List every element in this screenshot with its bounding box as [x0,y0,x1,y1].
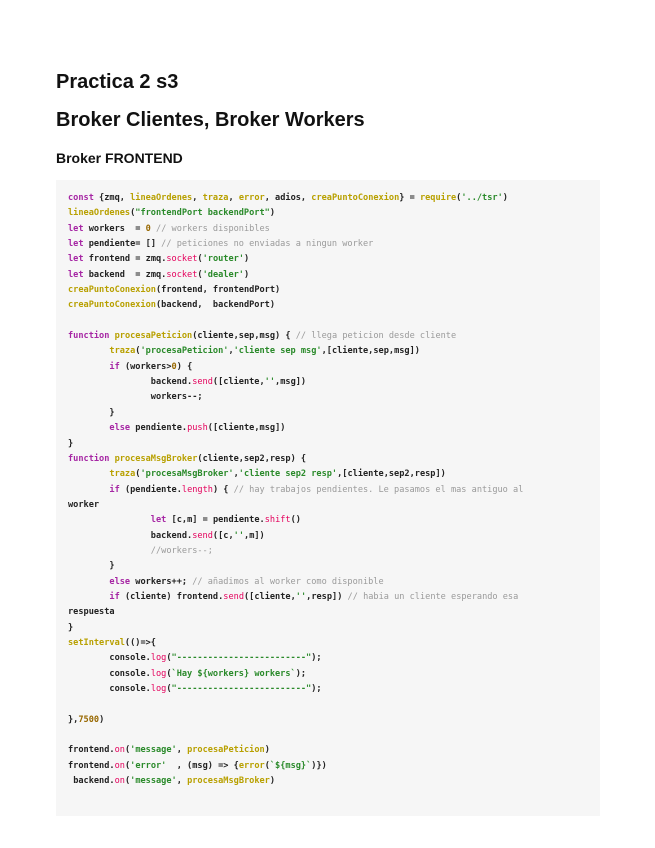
code-line: respuesta [68,607,115,618]
code-line: setInterval(()=>{ [68,637,156,648]
code-line: backend.send([cliente,'',msg]) [150,377,307,388]
code-line: if (pendiente.length) { // hay trabajos … [109,484,524,495]
code-line: else workers++; // añadimos al worker co… [109,576,384,587]
code-line: } [68,622,74,633]
code-line: backend.on('message', procesaMsgBroker) [73,776,276,787]
code-line: ​ [68,314,600,329]
code-line: frontend.on('error' , (msg) => {error(`$… [68,760,327,771]
code-line: if (cliente) frontend.send([cliente,'',r… [109,591,519,602]
code-block: const {zmq, lineaOrdenes, traza, error, … [56,180,600,816]
code-line: let workers = 0 // workers disponibles [68,223,270,234]
code-line: creaPuntoConexion(backend, backendPort) [68,300,276,311]
page-subtitle: Broker Clientes, Broker Workers [56,109,365,131]
code-line: console.log("-------------------------")… [109,684,322,694]
code-listing: const {zmq, lineaOrdenes, traza, error, … [68,191,600,789]
code-line: console.log(`Hay ${workers} workers`); [109,668,307,679]
code-line: const {zmq, lineaOrdenes, traza, error, … [68,193,508,203]
code-line: } [68,407,115,418]
code-line: //workers--; [150,545,213,556]
code-line: lineaOrdenes("frontendPort backendPort") [68,208,275,219]
code-line: workers--; [150,392,203,403]
code-line: backend.send([c,'',m]) [150,530,265,541]
code-line: },7500) [68,714,105,725]
code-line: creaPuntoConexion(frontend, frontendPort… [68,285,281,296]
code-line: frontend.on('message', procesaPeticion) [68,745,270,756]
code-line: } [68,561,115,572]
code-line: traza('procesaMsgBroker','cliente sep2 r… [109,469,446,480]
code-line: worker [68,499,100,510]
code-line: let pendiente= [] // peticiones no envia… [68,239,374,250]
code-line: if (workers>0) { [109,361,193,372]
code-line: traza('procesaPeticion','cliente sep msg… [109,346,420,357]
page-title: Practica 2 s3 [56,71,179,93]
code-line: let [c,m] = pendiente.shift() [150,515,301,526]
code-line: ​ [68,697,600,712]
code-line: ​ [68,728,600,743]
section-heading: Broker FRONTEND [56,150,183,166]
code-line: else pendiente.push([cliente,msg]) [109,423,286,434]
code-line: let frontend = zmq.socket('router') [68,254,250,265]
code-line: console.log("-------------------------")… [109,653,322,664]
code-line: } [68,438,74,449]
code-line: function procesaPeticion(cliente,sep,msg… [68,331,457,342]
code-line: function procesaMsgBroker(cliente,sep2,r… [68,453,307,464]
code-line: let backend = zmq.socket('dealer') [68,269,250,280]
